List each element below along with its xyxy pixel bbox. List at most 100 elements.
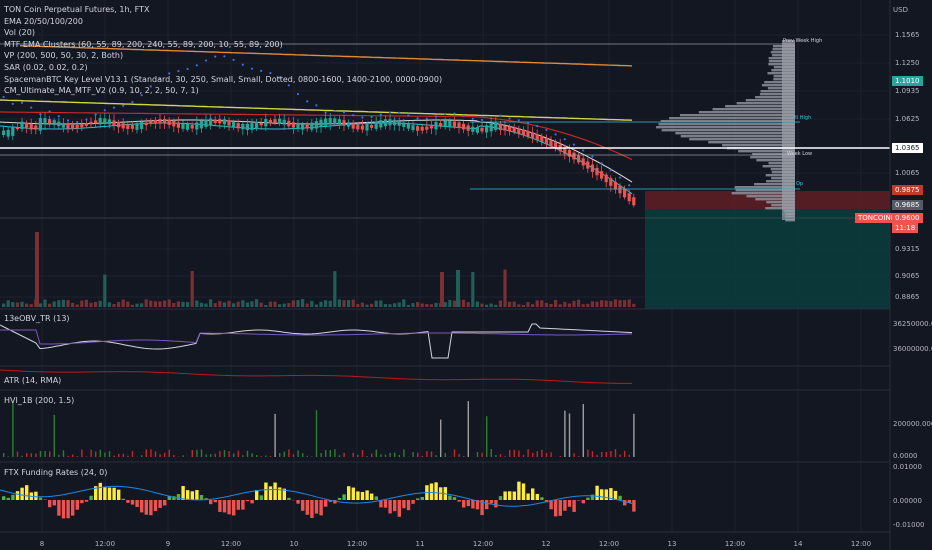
candle-body (264, 119, 268, 127)
sar-dot (591, 155, 594, 158)
funding-bar (347, 486, 351, 500)
volume-bar (204, 303, 208, 307)
vp-bar (661, 129, 795, 132)
indicator-vol[interactable]: Vol (20) (4, 27, 442, 39)
funding-bar (402, 500, 406, 509)
funding-label[interactable]: FTX Funding Rates (24, 0) (4, 468, 107, 477)
price-badge: 1.0365 (892, 143, 923, 153)
sar-dot (536, 125, 539, 128)
indicator-ema[interactable]: EMA 20/50/100/200 (4, 16, 442, 28)
candle-body (66, 123, 70, 129)
candle-body (595, 167, 599, 176)
vp-bar (708, 141, 795, 144)
funding-bar (406, 500, 411, 511)
funding-bar (434, 482, 438, 500)
volume-bar (586, 303, 590, 307)
volume-bar (291, 300, 295, 307)
volume-bar (324, 300, 328, 307)
indicator-keylevel[interactable]: SpacemanBTC Key Level V13.1 (Standard, 3… (4, 74, 442, 86)
volume-bar (600, 300, 604, 307)
funding-tick: 0.00000 (893, 497, 922, 505)
hvi-bar (486, 416, 488, 457)
indicator-cm-ma[interactable]: CM_Ultimate_MA_MTF_V2 (0.9, 10, 2, 2, 50… (4, 85, 442, 97)
price-tick: 0.9315 (895, 245, 920, 253)
funding-bar (80, 500, 84, 504)
funding-bar (531, 488, 535, 500)
obv-tick: 36250000.000 (893, 320, 932, 328)
hvi-bar (302, 453, 304, 457)
volume-bar (301, 299, 305, 307)
volume-bar (6, 300, 10, 307)
funding-bar (6, 497, 10, 500)
symbol-title[interactable]: TON Coin Perpetual Futures, 1h, FTX (4, 4, 442, 16)
hvi-bar (127, 455, 129, 457)
indicator-sar[interactable]: SAR (0.02, 0.02, 0.2) (4, 62, 442, 74)
candle-body (305, 124, 309, 129)
indicator-mtf-ema[interactable]: MTF EMA Clusters (60, 55, 89, 200, 240, … (4, 39, 442, 51)
volume-bar (416, 302, 420, 307)
funding-bar (218, 500, 222, 512)
funding-bar (503, 491, 507, 500)
sar-dot (480, 118, 484, 122)
hvi-bar (58, 454, 60, 457)
time-tick: 10 (289, 540, 299, 548)
hvi-bar (279, 452, 281, 457)
price-tick: 1.1565 (895, 31, 920, 39)
atr-label[interactable]: ATR (14, RMA) (4, 376, 61, 385)
funding-bar (581, 500, 585, 504)
hvi-bar (467, 401, 469, 457)
volume-bar (264, 304, 268, 307)
candle-body (581, 158, 585, 166)
hvi-bar (223, 450, 226, 457)
candle-body (140, 121, 144, 129)
funding-bar (370, 493, 374, 500)
indicator-vp[interactable]: VP (200, 500, 50, 30, 2, Both) (4, 50, 442, 62)
time-tick: 12:00 (346, 540, 368, 548)
obv-label[interactable]: 13eOBV_TR (13) (4, 314, 70, 323)
candle-body (319, 119, 323, 128)
volume-bar (35, 232, 39, 307)
funding-bar (342, 494, 346, 500)
volume-bar (590, 301, 594, 307)
currency-label[interactable]: USD (893, 6, 908, 14)
sar-dot (324, 111, 327, 114)
time-tick: 12:00 (850, 540, 872, 548)
hvi-bar (7, 456, 9, 457)
funding-bar (296, 500, 300, 504)
hvi-label[interactable]: HVI_1B (200, 1.5) (4, 396, 74, 405)
volume-bar (140, 303, 144, 307)
vp-bar (669, 117, 795, 120)
volume-bar (319, 301, 323, 307)
funding-bar (20, 487, 24, 500)
hvi-bar (246, 450, 249, 457)
volume-bar (94, 302, 98, 307)
hvi-bar (357, 454, 359, 457)
candle-body (521, 129, 525, 135)
volume-bar (130, 304, 134, 307)
hvi-bar (191, 450, 193, 457)
candle-body (204, 119, 208, 127)
hvi-bar (545, 452, 548, 457)
week-low-label: Week Low (787, 151, 813, 157)
funding-bar (61, 500, 66, 519)
funding-bar (48, 500, 52, 508)
funding-bar (227, 500, 231, 515)
candle-body (255, 121, 259, 130)
hvi-bar (375, 449, 377, 457)
sar-dot (39, 113, 42, 116)
hvi-bar (256, 455, 258, 457)
funding-bar (337, 497, 342, 500)
candle-body (374, 121, 378, 129)
vp-bar (658, 123, 795, 126)
volume-bar (577, 299, 581, 307)
candle-body (34, 125, 38, 130)
time-tick: 12:00 (220, 540, 242, 548)
volume-bar (236, 301, 240, 307)
candle-body (135, 122, 139, 130)
price-tick: 1.1250 (895, 59, 920, 67)
funding-bar (232, 500, 236, 516)
funding-bar (485, 500, 489, 510)
volume-bar (512, 301, 516, 307)
volume-bar (103, 274, 107, 307)
sar-dot (554, 133, 557, 136)
